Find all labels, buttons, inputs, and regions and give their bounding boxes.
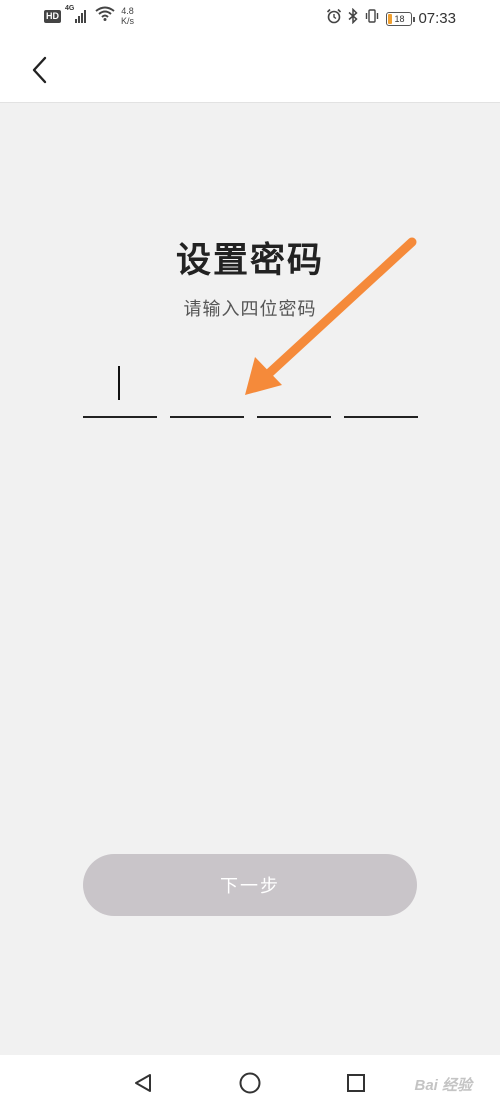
status-right: 18 07:33 <box>326 7 456 29</box>
nav-recents-button[interactable] <box>342 1069 370 1097</box>
pin-input-row[interactable] <box>83 360 418 420</box>
watermark: Bai 经验 <box>414 1077 472 1094</box>
text-cursor <box>118 366 120 400</box>
alarm-icon <box>326 8 342 29</box>
next-step-button[interactable]: 下一步 <box>83 854 417 916</box>
page-title: 设置密码 <box>175 240 324 281</box>
page-subtitle: 请输入四位密码 <box>183 299 317 320</box>
signal-icon: 4G <box>65 5 89 23</box>
nav-back-button[interactable] <box>129 1069 157 1097</box>
system-nav-bar: Bai 经验 <box>0 1055 500 1111</box>
chevron-left-icon <box>32 56 47 84</box>
bluetooth-icon <box>348 7 359 29</box>
pin-slot-2[interactable] <box>170 360 244 418</box>
home-circle-icon <box>239 1072 261 1094</box>
pin-slot-4[interactable] <box>344 360 418 418</box>
recents-square-icon <box>347 1074 365 1092</box>
nav-home-button[interactable] <box>236 1069 264 1097</box>
net-speed: 4.8 K/s <box>121 6 134 26</box>
status-left: HD 4G 4.8 K/s <box>44 5 134 26</box>
wifi-icon <box>95 6 115 26</box>
battery-percent: 18 <box>394 13 405 24</box>
pin-slot-1[interactable] <box>83 360 157 418</box>
back-button[interactable] <box>22 52 58 88</box>
battery-icon: 18 <box>386 11 416 26</box>
battery-level <box>388 13 393 24</box>
back-triangle-icon <box>135 1074 151 1092</box>
status-bar: HD 4G 4.8 K/s 18 07:33 <box>0 0 500 36</box>
clock: 07:33 <box>418 10 456 27</box>
header <box>0 36 500 103</box>
hd-badge: HD <box>44 9 61 23</box>
annotation-arrow <box>245 237 417 395</box>
speed-value: 4.8 <box>121 6 134 16</box>
speed-unit: K/s <box>121 16 135 26</box>
vibrate-icon <box>364 8 380 29</box>
pin-slot-3[interactable] <box>257 360 331 418</box>
